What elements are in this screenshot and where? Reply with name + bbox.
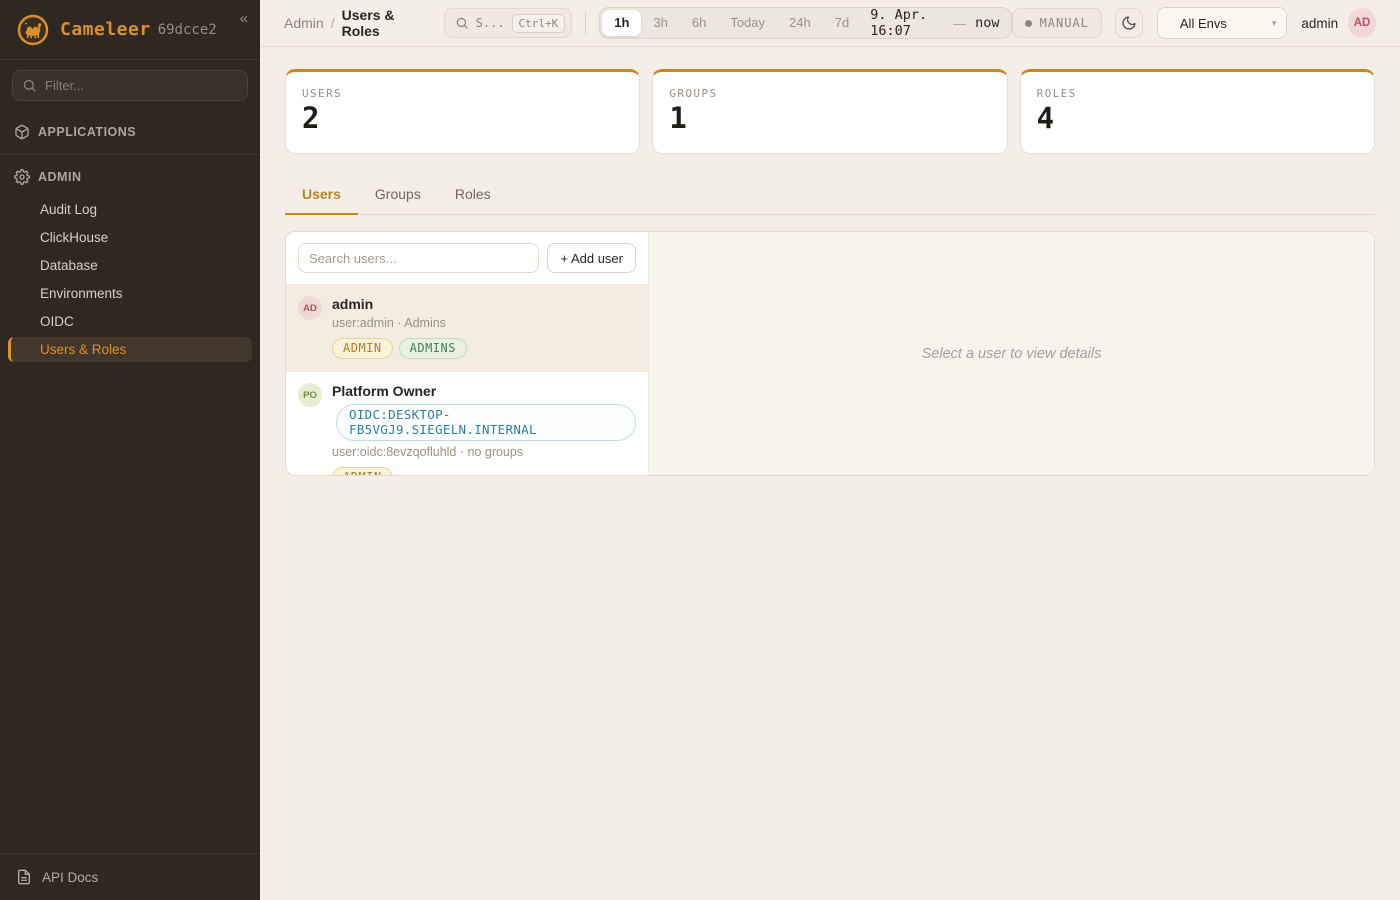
stat-cards: USERS 2 GROUPS 1 ROLES 4 bbox=[285, 69, 1375, 154]
time-range-3h[interactable]: 3h bbox=[641, 10, 679, 36]
moon-icon bbox=[1121, 15, 1137, 31]
time-range-dash: — bbox=[953, 16, 966, 31]
sidebar-filter bbox=[12, 70, 248, 101]
time-range-7d[interactable]: 7d bbox=[823, 10, 861, 36]
stat-value: 2 bbox=[302, 101, 623, 135]
group-badge-admins: ADMINS bbox=[399, 338, 467, 359]
user-row-admin[interactable]: AD admin user:admin · Admins ADMIN ADMIN… bbox=[286, 284, 648, 371]
sidebar-section-admin[interactable]: ADMIN bbox=[0, 160, 260, 194]
global-search-button[interactable]: S... Ctrl+K bbox=[444, 8, 573, 38]
refresh-mode-label: MANUAL bbox=[1040, 16, 1089, 30]
sidebar-item-oidc[interactable]: OIDC bbox=[8, 309, 252, 334]
time-range-selector: 1h 3h 6h Today 24h 7d 9. Apr. 16:07 — no… bbox=[599, 7, 1011, 39]
sidebar-item-audit-log[interactable]: Audit Log bbox=[8, 197, 252, 222]
role-badge-admin: ADMIN bbox=[332, 338, 393, 359]
user-meta: user:oidc:8evzqofluhld · no groups bbox=[332, 445, 636, 459]
stat-card-groups: GROUPS 1 bbox=[652, 69, 1007, 154]
user-list-toolbar: + Add user bbox=[286, 232, 648, 284]
sidebar-divider bbox=[0, 154, 260, 155]
tab-groups[interactable]: Groups bbox=[358, 178, 438, 215]
time-range-1h[interactable]: 1h bbox=[602, 10, 641, 36]
sidebar-filter-input[interactable] bbox=[12, 70, 248, 101]
api-docs-link[interactable]: API Docs bbox=[0, 853, 260, 900]
search-icon bbox=[455, 16, 469, 30]
tab-bar: Users Groups Roles bbox=[285, 178, 1375, 215]
user-row-avatar: PO bbox=[298, 383, 322, 407]
gear-icon bbox=[14, 169, 30, 185]
sidebar-item-clickhouse[interactable]: ClickHouse bbox=[8, 225, 252, 250]
add-user-button[interactable]: + Add user bbox=[547, 243, 636, 273]
time-range-today[interactable]: Today bbox=[718, 10, 777, 36]
time-range-6h[interactable]: 6h bbox=[680, 10, 718, 36]
theme-toggle-button[interactable] bbox=[1115, 8, 1143, 38]
status-dot-icon bbox=[1025, 20, 1032, 27]
api-docs-label: API Docs bbox=[42, 870, 98, 885]
shortcut-kbd: Ctrl+K bbox=[512, 14, 566, 33]
section-label: ADMIN bbox=[38, 170, 81, 184]
sidebar: Cameleer 69dcce2 « APPLICATIONS bbox=[0, 0, 260, 900]
env-select-value: All Envs bbox=[1180, 16, 1227, 31]
user-badges: ADMIN bbox=[332, 467, 636, 476]
user-name: Platform Owner bbox=[332, 383, 636, 399]
stat-card-users: USERS 2 bbox=[285, 69, 640, 154]
stat-label: USERS bbox=[302, 87, 623, 100]
brand-name: Cameleer bbox=[60, 19, 151, 40]
user-detail-panel: Select a user to view details bbox=[649, 232, 1374, 475]
user-row-body: Platform Owner OIDC:DESKTOP-FB5VGJ9.SIEG… bbox=[332, 383, 636, 476]
refresh-mode-badge[interactable]: MANUAL bbox=[1012, 8, 1102, 38]
stat-card-roles: ROLES 4 bbox=[1020, 69, 1375, 154]
time-range-24h[interactable]: 24h bbox=[777, 10, 823, 36]
sidebar-header: Cameleer 69dcce2 « bbox=[0, 0, 260, 60]
chevron-down-icon: ▾ bbox=[1272, 18, 1277, 29]
current-user-name: admin bbox=[1301, 16, 1338, 31]
oidc-provider-badge: OIDC:DESKTOP-FB5VGJ9.SIEGELN.INTERNAL bbox=[336, 404, 636, 441]
tab-roles[interactable]: Roles bbox=[438, 178, 508, 215]
stat-value: 1 bbox=[669, 101, 990, 135]
sidebar-nav: APPLICATIONS ADMIN Audit Log ClickHouse … bbox=[0, 107, 260, 853]
package-icon bbox=[14, 124, 30, 140]
search-users-input[interactable] bbox=[298, 243, 539, 273]
stat-value: 4 bbox=[1037, 101, 1358, 135]
detail-empty-placeholder: Select a user to view details bbox=[922, 346, 1102, 362]
topbar: Admin / Users & Roles S... Ctrl+K 1h 3h … bbox=[260, 0, 1400, 47]
env-select[interactable]: All Envs ▾ bbox=[1157, 7, 1287, 39]
stat-label: ROLES bbox=[1037, 87, 1358, 100]
breadcrumb-separator: / bbox=[331, 15, 335, 31]
sidebar-item-database[interactable]: Database bbox=[8, 253, 252, 278]
sidebar-section-applications[interactable]: APPLICATIONS bbox=[0, 115, 260, 149]
sidebar-item-users-roles[interactable]: Users & Roles bbox=[8, 337, 252, 362]
users-panel: + Add user AD admin user:admin · Admins … bbox=[285, 231, 1375, 476]
time-from-value[interactable]: 9. Apr. 16:07 bbox=[861, 7, 953, 39]
user-row-platform-owner[interactable]: PO Platform Owner OIDC:DESKTOP-FB5VGJ9.S… bbox=[286, 371, 648, 476]
sidebar-item-environments[interactable]: Environments bbox=[8, 281, 252, 306]
user-row-body: admin user:admin · Admins ADMIN ADMINS bbox=[332, 296, 467, 359]
role-badge-admin: ADMIN bbox=[332, 467, 393, 476]
app-window: Cameleer 69dcce2 « APPLICATIONS bbox=[0, 0, 1400, 900]
section-label: APPLICATIONS bbox=[38, 125, 136, 139]
time-to-value[interactable]: now bbox=[966, 15, 1008, 31]
user-row-avatar: AD bbox=[298, 296, 322, 320]
stat-label: GROUPS bbox=[669, 87, 990, 100]
search-icon bbox=[22, 78, 37, 93]
user-badges: ADMIN ADMINS bbox=[332, 338, 467, 359]
tab-users[interactable]: Users bbox=[285, 178, 358, 215]
cameleer-logo-icon bbox=[16, 13, 50, 47]
sidebar-collapse-icon[interactable]: « bbox=[240, 10, 248, 27]
topbar-divider bbox=[585, 11, 586, 35]
user-name: admin bbox=[332, 296, 467, 312]
document-icon bbox=[16, 869, 32, 885]
build-hash: 69dcce2 bbox=[158, 22, 217, 38]
global-search-placeholder: S... bbox=[476, 16, 505, 30]
main-area: Admin / Users & Roles S... Ctrl+K 1h 3h … bbox=[260, 0, 1400, 900]
user-avatar[interactable]: AD bbox=[1348, 8, 1376, 38]
user-meta: user:admin · Admins bbox=[332, 316, 467, 330]
page-content: USERS 2 GROUPS 1 ROLES 4 Users Groups Ro… bbox=[260, 47, 1400, 476]
user-list-column: + Add user AD admin user:admin · Admins … bbox=[286, 232, 649, 475]
breadcrumb-parent[interactable]: Admin bbox=[284, 15, 324, 31]
breadcrumb-current: Users & Roles bbox=[342, 7, 430, 39]
